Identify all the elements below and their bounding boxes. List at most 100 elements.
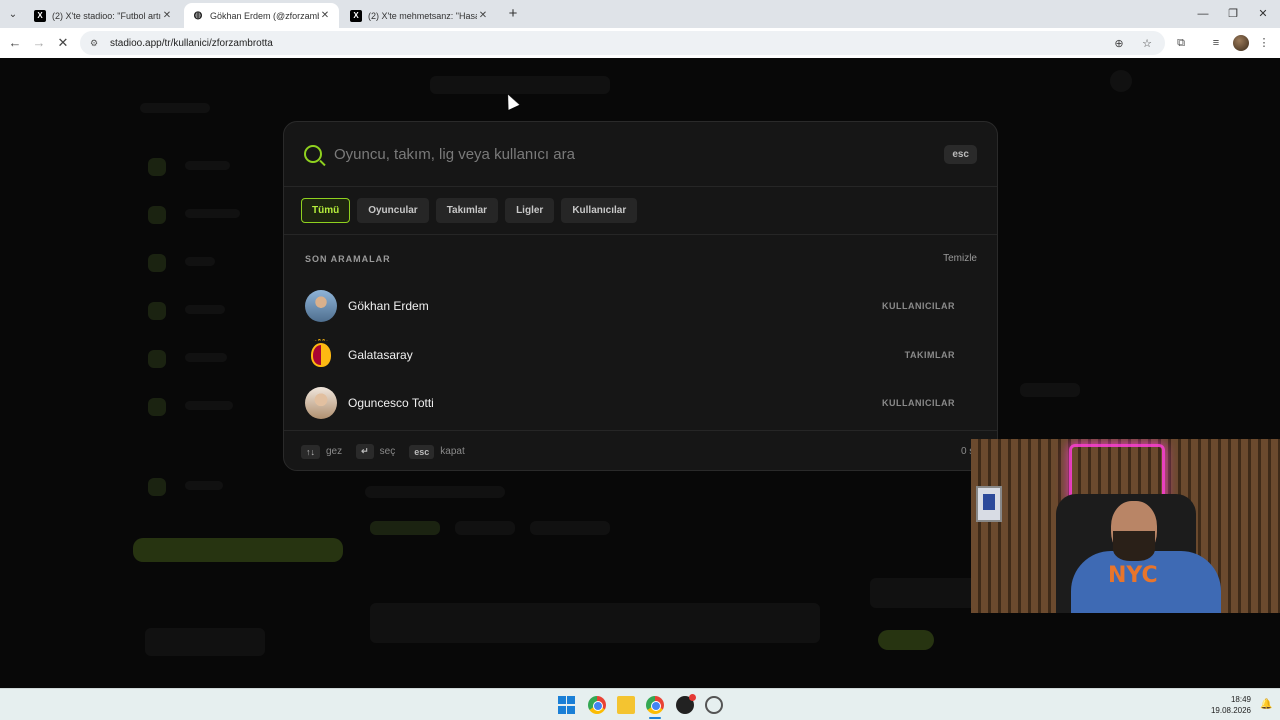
notification-bell-icon[interactable]: 🔔 xyxy=(1260,699,1272,711)
close-icon[interactable]: ✕ xyxy=(319,10,331,21)
esc-button[interactable]: esc xyxy=(944,144,977,164)
result-type: KULLANICILAR xyxy=(882,398,955,409)
obs-recording-icon[interactable] xyxy=(676,694,696,714)
enter-key-icon: ↵ xyxy=(356,444,374,459)
recent-searches-header: SON ARAMALAR Temizle xyxy=(305,253,977,264)
clear-recent-button[interactable]: Temizle xyxy=(943,253,977,264)
close-hint: kapat xyxy=(440,446,465,457)
ghost-nav-label xyxy=(185,305,225,314)
site-info-icon[interactable]: ⚙ xyxy=(90,38,102,49)
result-type: TAKIMLAR xyxy=(904,349,955,360)
bookmark-star-icon[interactable]: ☆ xyxy=(1139,37,1155,50)
menu-icon[interactable]: ⋮ xyxy=(1256,35,1272,51)
system-clock[interactable]: 18:49 19.08.2026 xyxy=(1211,694,1251,716)
zoom-icon[interactable]: ⊕ xyxy=(1111,37,1127,50)
ghost-nav-icon xyxy=(148,206,166,224)
recent-item-gokhan-erdem[interactable]: Gökhan Erdem KULLANICILAR xyxy=(305,282,955,331)
recent-searches-list: Gökhan Erdem KULLANICILAR ★★★★ Galatasar… xyxy=(305,282,955,428)
tab-title: (2) X'te stadioo: "Futbol artık te xyxy=(52,10,161,21)
ghost-avatar xyxy=(1110,70,1132,92)
close-window-button[interactable]: ✕ xyxy=(1248,5,1278,23)
arrow-keys-icon: ↑↓ xyxy=(301,444,320,459)
avatar xyxy=(305,290,337,323)
extensions-icon[interactable]: ⧉ xyxy=(1173,35,1189,51)
divider xyxy=(284,430,997,431)
x-icon: X xyxy=(34,9,46,22)
close-icon[interactable]: ✕ xyxy=(161,10,173,21)
x-icon: X xyxy=(350,9,362,22)
url-text: stadioo.app/tr/kullanici/zforzambrotta xyxy=(110,37,273,49)
filter-teams[interactable]: Takımlar xyxy=(435,198,499,223)
tab-x-stadioo[interactable]: X (2) X'te stadioo: "Futbol artık te ✕ xyxy=(26,3,181,28)
tab-title: (2) X'te mehmetsanz: "Hasan Ta xyxy=(368,10,477,21)
address-bar[interactable]: ⚙ stadioo.app/tr/kullanici/zforzambrotta… xyxy=(80,31,1165,55)
profile-avatar[interactable] xyxy=(1233,35,1249,51)
search-modal: esc Tümü Oyuncular Takımlar Ligler Kulla… xyxy=(283,121,998,471)
recent-searches-title: SON ARAMALAR xyxy=(305,253,391,264)
tab-x-mehmetsanz[interactable]: X (2) X'te mehmetsanz: "Hasan Ta ✕ xyxy=(342,3,497,28)
ghost-nav-label xyxy=(185,353,227,362)
select-hint: seç xyxy=(379,446,396,457)
ghost-nav-icon xyxy=(148,478,166,496)
ghost-nav-icon xyxy=(148,302,166,320)
media-control-icon[interactable]: ≡ xyxy=(1208,35,1224,51)
ghost-nav-icon xyxy=(148,254,166,272)
close-icon[interactable]: ✕ xyxy=(477,10,489,21)
navigate-hint: gez xyxy=(326,446,343,457)
team-logo: ★★★★ xyxy=(305,339,337,371)
webcam-overlay: NYC xyxy=(971,439,1280,613)
avatar xyxy=(305,387,337,420)
ghost-nav-label xyxy=(185,401,233,410)
framed-jersey xyxy=(976,486,1002,522)
tab-title: Gökhan Erdem (@zforzambrotta xyxy=(210,10,319,21)
clock-time: 18:49 xyxy=(1230,695,1251,704)
active-app-indicator xyxy=(649,717,661,719)
ghost-widget-button xyxy=(878,630,934,650)
ghost-nav-icon xyxy=(148,398,166,416)
recent-item-oguncesco-totti[interactable]: Oguncesco Totti KULLANICILAR xyxy=(305,379,955,428)
file-explorer-icon[interactable] xyxy=(617,696,635,714)
chrome-active-icon[interactable] xyxy=(646,696,664,714)
ghost-logo xyxy=(140,103,210,113)
new-tab-button[interactable]: + xyxy=(504,5,522,23)
filter-players[interactable]: Oyuncular xyxy=(357,198,429,223)
result-type: KULLANICILAR xyxy=(882,301,955,312)
filter-chips: Tümü Oyuncular Takımlar Ligler Kullanıcı… xyxy=(301,198,638,223)
galatasaray-crest-icon: ★★★★ xyxy=(311,339,331,367)
windows-start-icon[interactable] xyxy=(558,696,576,714)
ghost-nav-icon xyxy=(148,350,166,368)
shirt-print: NYC xyxy=(1108,563,1158,588)
ghost-tab xyxy=(455,521,515,535)
app-icon[interactable] xyxy=(705,696,723,714)
tab-search-icon[interactable]: ⌄ xyxy=(4,5,22,23)
forward-button[interactable]: → xyxy=(30,34,48,52)
esc-key-icon: esc xyxy=(409,444,435,459)
ghost-nav-label xyxy=(185,209,240,218)
search-input[interactable] xyxy=(334,145,945,163)
keyboard-hints: ↑↓ gez ↵ seç esc kapat 0 sonu xyxy=(301,444,991,459)
back-button[interactable]: ← xyxy=(6,34,24,52)
search-icon xyxy=(304,145,322,163)
ghost-primary-button xyxy=(133,538,343,562)
ghost-tab xyxy=(530,521,610,535)
result-name: Galatasaray xyxy=(348,347,413,362)
presenter-beard xyxy=(1113,531,1155,561)
ghost-topbar xyxy=(430,76,610,94)
tab-strip: ⌄ X (2) X'te stadioo: "Futbol artık te ✕… xyxy=(0,0,1280,28)
filter-all[interactable]: Tümü xyxy=(301,198,351,223)
ghost-nav-label xyxy=(185,161,230,170)
stop-loading-button[interactable]: ✕ xyxy=(54,34,72,52)
recent-item-galatasaray[interactable]: ★★★★ Galatasaray TAKIMLAR xyxy=(305,331,955,380)
filter-users[interactable]: Kullanıcılar xyxy=(561,198,638,223)
ghost-user-card xyxy=(145,628,265,656)
tab-gokhan-erdem[interactable]: ◍ Gökhan Erdem (@zforzambrotta ✕ xyxy=(184,3,339,28)
filter-leagues[interactable]: Ligler xyxy=(505,198,555,223)
navigation-bar: ← → ✕ ⚙ stadioo.app/tr/kullanici/zforzam… xyxy=(0,28,1280,58)
clock-date: 19.08.2026 xyxy=(1210,706,1251,715)
stadioo-icon: ◍ xyxy=(193,10,203,21)
minimize-button[interactable]: — xyxy=(1188,5,1218,23)
restore-button[interactable]: ❐ xyxy=(1218,5,1248,23)
chrome-icon[interactable] xyxy=(588,696,606,714)
result-name: Gökhan Erdem xyxy=(348,299,429,314)
ghost-feed-item xyxy=(370,603,820,643)
